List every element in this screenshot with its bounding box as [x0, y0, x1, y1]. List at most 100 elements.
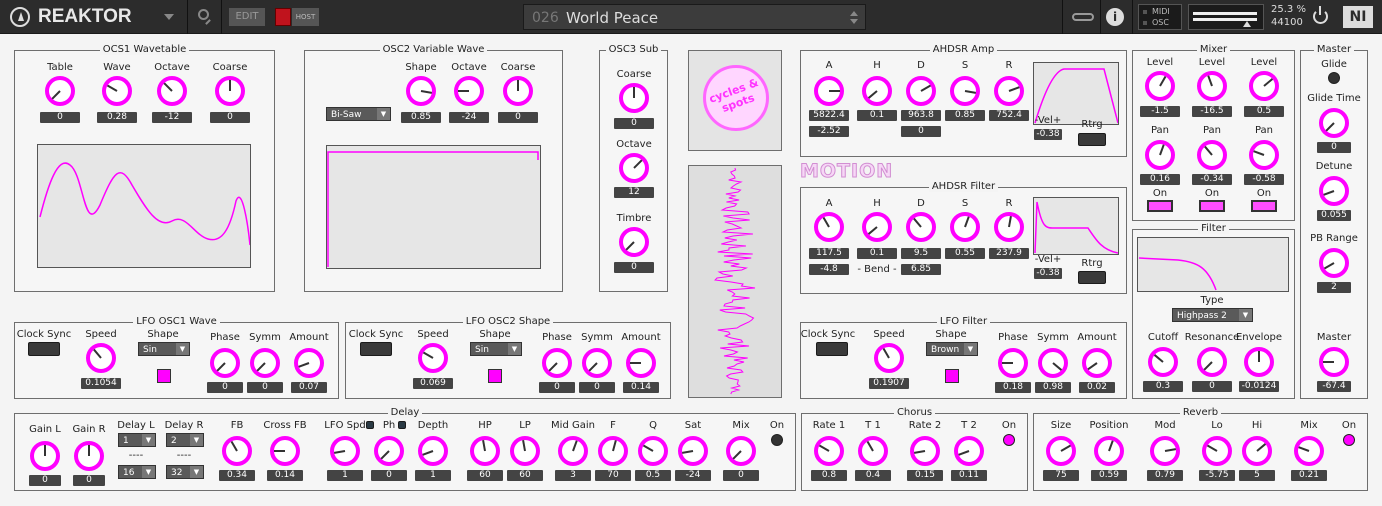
osc2-wave-dropdown[interactable]: Bi-Saw ▼ — [326, 107, 391, 121]
cross-fb-knob[interactable] — [270, 436, 300, 466]
delay-r-top-dropdown[interactable]: 2 ▼ — [166, 433, 204, 447]
level3-knob[interactable] — [1249, 71, 1279, 101]
l2-shape-dropdown[interactable]: Sin ▼ — [470, 342, 522, 356]
amp-h-knob[interactable] — [862, 76, 892, 106]
glide-time-knob[interactable] — [1319, 108, 1349, 138]
osc2-on-toggle[interactable] — [1199, 200, 1225, 212]
glide-toggle[interactable] — [1328, 72, 1340, 84]
level2-knob[interactable] — [1197, 71, 1227, 101]
lf-led-toggle[interactable] — [945, 369, 959, 383]
amp-s-knob[interactable] — [950, 76, 980, 106]
l1-shape-dropdown[interactable]: Sin ▼ — [138, 342, 190, 356]
l1-speed-knob[interactable] — [86, 343, 116, 373]
save-icon[interactable] — [275, 8, 291, 26]
cutoff-knob[interactable] — [1148, 347, 1178, 377]
lf-amount-knob[interactable] — [1082, 348, 1112, 378]
mid-gain-knob[interactable] — [558, 436, 588, 466]
search-icon[interactable] — [198, 9, 209, 20]
osc1-on-toggle[interactable] — [1147, 200, 1173, 212]
rate1-knob[interactable] — [814, 436, 844, 466]
timbre-knob[interactable] — [619, 227, 649, 257]
l1-amount-knob[interactable] — [294, 348, 324, 378]
edit-button[interactable]: EDIT — [229, 8, 265, 26]
lf-clock-sync-button[interactable] — [816, 342, 848, 356]
lf-symm-knob[interactable] — [1038, 348, 1068, 378]
l2-symm-knob[interactable] — [582, 348, 612, 378]
f-s-knob[interactable] — [950, 212, 980, 242]
host-button[interactable]: HOST — [292, 8, 319, 26]
f-h-knob[interactable] — [862, 212, 892, 242]
delay-r-bottom-dropdown[interactable]: 32 ▼ — [166, 465, 204, 479]
l1-symm-knob[interactable] — [250, 348, 280, 378]
fb-knob[interactable] — [222, 436, 252, 466]
detune-knob[interactable] — [1319, 176, 1349, 206]
amp-a-knob[interactable] — [814, 76, 844, 106]
l2-phase-knob[interactable] — [542, 348, 572, 378]
f-knob[interactable] — [598, 436, 628, 466]
position-knob[interactable] — [1094, 436, 1124, 466]
q-knob[interactable] — [638, 436, 668, 466]
octave2-knob[interactable] — [454, 76, 484, 106]
mod-knob[interactable] — [1150, 436, 1180, 466]
chorus-on-toggle[interactable] — [1003, 434, 1015, 446]
l2-amount-knob[interactable] — [626, 348, 656, 378]
menu-dropdown-icon[interactable] — [164, 14, 174, 20]
f-d-knob[interactable] — [906, 212, 936, 242]
amp-r-knob[interactable] — [994, 76, 1024, 106]
lp-knob[interactable] — [510, 436, 540, 466]
lf-shape-dropdown[interactable]: Brown ▼ — [926, 342, 978, 356]
size-knob[interactable] — [1046, 436, 1076, 466]
gain-l-knob[interactable] — [30, 441, 60, 471]
hi-knob[interactable] — [1242, 436, 1272, 466]
l1-phase-knob[interactable] — [210, 348, 240, 378]
delay-l-top-dropdown[interactable]: 1 ▼ — [118, 433, 156, 447]
osc3-on-toggle[interactable] — [1251, 200, 1277, 212]
l2-speed-knob[interactable] — [418, 343, 448, 373]
volume-slider-handle[interactable] — [1243, 21, 1251, 27]
lf-speed-knob[interactable] — [874, 343, 904, 373]
octave3-knob[interactable] — [619, 153, 649, 183]
rate2-knob[interactable] — [910, 436, 940, 466]
resonance-knob[interactable] — [1197, 347, 1227, 377]
pan3-knob[interactable] — [1249, 140, 1279, 170]
link-icon[interactable] — [1072, 13, 1094, 21]
delay-on-toggle[interactable] — [771, 434, 783, 446]
volume-meter[interactable] — [1188, 4, 1264, 30]
table-knob[interactable] — [45, 76, 75, 106]
pan1-knob[interactable] — [1145, 140, 1175, 170]
sat-knob[interactable] — [678, 436, 708, 466]
amp-retrigger-button[interactable] — [1078, 133, 1106, 146]
f-a-knob[interactable] — [814, 212, 844, 242]
master-knob[interactable] — [1319, 347, 1349, 377]
delay-mix-knob[interactable] — [726, 436, 756, 466]
preset-display[interactable]: 026 World Peace — [523, 4, 866, 30]
envelope-knob[interactable] — [1244, 347, 1274, 377]
reverb-mix-knob[interactable] — [1294, 436, 1324, 466]
filter-type-dropdown[interactable]: Highpass 2 ▼ — [1172, 308, 1253, 322]
preset-up-icon[interactable] — [850, 11, 858, 16]
reverb-on-toggle[interactable] — [1343, 434, 1355, 446]
filter-retrigger-button[interactable] — [1078, 271, 1106, 284]
lfo-spd-knob[interactable] — [330, 436, 360, 466]
level1-knob[interactable] — [1145, 71, 1175, 101]
coarse3-knob[interactable] — [619, 83, 649, 113]
coarse2-knob[interactable] — [503, 76, 533, 106]
gain-r-knob[interactable] — [74, 441, 104, 471]
l1-led-toggle[interactable] — [157, 369, 171, 383]
t2-knob[interactable] — [954, 436, 984, 466]
l2-clock-sync-button[interactable] — [360, 342, 392, 356]
amp-d-knob[interactable] — [906, 76, 936, 106]
coarse1-knob[interactable] — [215, 76, 245, 106]
pb-range-knob[interactable] — [1319, 248, 1349, 278]
depth-knob[interactable] — [418, 436, 448, 466]
preset-down-icon[interactable] — [850, 19, 858, 24]
l2-led-toggle[interactable] — [488, 369, 502, 383]
lo-knob[interactable] — [1202, 436, 1232, 466]
octave1-knob[interactable] — [157, 76, 187, 106]
info-icon[interactable]: i — [1106, 8, 1124, 26]
t1-knob[interactable] — [858, 436, 888, 466]
l1-clock-sync-button[interactable] — [28, 342, 60, 356]
f-r-knob[interactable] — [994, 212, 1024, 242]
hp-knob[interactable] — [470, 436, 500, 466]
shape2-knob[interactable] — [406, 76, 436, 106]
